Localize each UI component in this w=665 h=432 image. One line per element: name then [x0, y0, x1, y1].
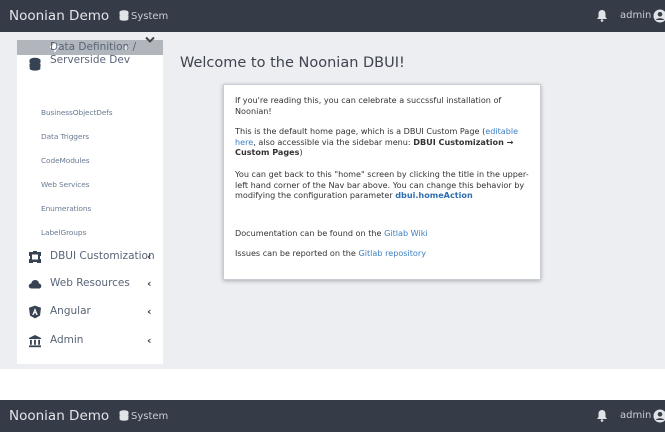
sidebar-item-enumerations[interactable]: Enumerations — [41, 204, 91, 213]
building-icon — [28, 334, 42, 348]
cloud-icon — [28, 277, 42, 291]
angular-icon — [28, 305, 42, 319]
system-menu[interactable]: System — [119, 10, 168, 22]
sidebar-item-businessobjectdefs[interactable]: BusinessObjectDefs — [41, 108, 113, 117]
gitlab-wiki-link[interactable]: Gitlab Wiki — [384, 228, 428, 238]
sidebar-section-label: Angular — [50, 305, 91, 317]
paragraph-issues: Issues can be reported on the Gitlab rep… — [235, 248, 531, 259]
chevron-left-icon: ‹ — [147, 250, 152, 263]
system-label: System — [131, 411, 168, 422]
text: Issues can be reported on the — [235, 248, 358, 258]
sidebar-section-label: DBUI Customization — [50, 250, 155, 262]
sidebar-item-data-triggers[interactable]: Data Triggers — [41, 132, 89, 141]
user-circle-icon[interactable] — [653, 409, 665, 423]
sidebar-section-label: Data Definition / — [50, 41, 136, 53]
sidebar-item-web-services[interactable]: Web Services — [41, 180, 89, 189]
text: You can get back to this "home" screen b… — [235, 169, 529, 200]
system-label: System — [131, 11, 168, 22]
user-circle-icon[interactable] — [653, 9, 665, 23]
sidebar-item-labelgroups[interactable]: LabelGroups — [41, 228, 86, 237]
config-param: dbui.homeAction — [395, 190, 472, 200]
sidebar: « Data Definition / Serverside Dev Busin… — [17, 40, 163, 364]
brand-title[interactable]: Noonian Demo — [9, 8, 109, 24]
sidebar-section-label-line2: Serverside Dev — [50, 54, 130, 66]
text: ) — [299, 147, 302, 157]
database-icon — [119, 410, 129, 421]
paragraph-home-action: You can get back to this "home" screen b… — [235, 169, 531, 201]
user-name[interactable]: admin — [620, 10, 651, 21]
top-navbar: Noonian Demo System admin — [0, 0, 665, 32]
text: This is the default home page, which is … — [235, 126, 485, 136]
app-frame-2: Noonian Demo System admin — [0, 400, 665, 430]
chevron-left-icon: ‹ — [147, 305, 152, 318]
paragraph-intro: If you're reading this, you can celebrat… — [235, 95, 531, 116]
user-name[interactable]: admin — [620, 410, 651, 421]
system-menu[interactable]: System — [119, 410, 168, 422]
top-navbar-2: Noonian Demo System admin — [0, 400, 665, 432]
bell-icon[interactable] — [596, 9, 608, 22]
brand-title[interactable]: Noonian Demo — [9, 408, 109, 424]
database-icon — [28, 57, 42, 71]
chevron-left-icon: ‹ — [147, 334, 152, 347]
paragraph-docs: Documentation can be found on the Gitlab… — [235, 228, 531, 239]
app-frame: Noonian Demo System admin — [0, 0, 665, 369]
paragraph-default-home: This is the default home page, which is … — [235, 126, 531, 158]
bell-icon[interactable] — [596, 409, 608, 422]
welcome-card: If you're reading this, you can celebrat… — [223, 84, 541, 280]
database-icon — [119, 10, 129, 21]
sidebar-section-label: Web Resources — [50, 277, 130, 289]
sidebar-section-label: Admin — [50, 334, 83, 346]
page-title: Welcome to the Noonian DBUI! — [180, 55, 405, 71]
text: , also accessible via the sidebar menu: — [253, 137, 413, 147]
chevron-down-icon — [145, 36, 155, 44]
chevron-left-icon: ‹ — [147, 277, 152, 290]
sidebar-item-codemodules[interactable]: CodeModules — [41, 156, 90, 165]
text: Documentation can be found on the — [235, 228, 384, 238]
gitlab-repository-link[interactable]: Gitlab repository — [358, 248, 426, 258]
puzzle-icon — [28, 250, 42, 264]
